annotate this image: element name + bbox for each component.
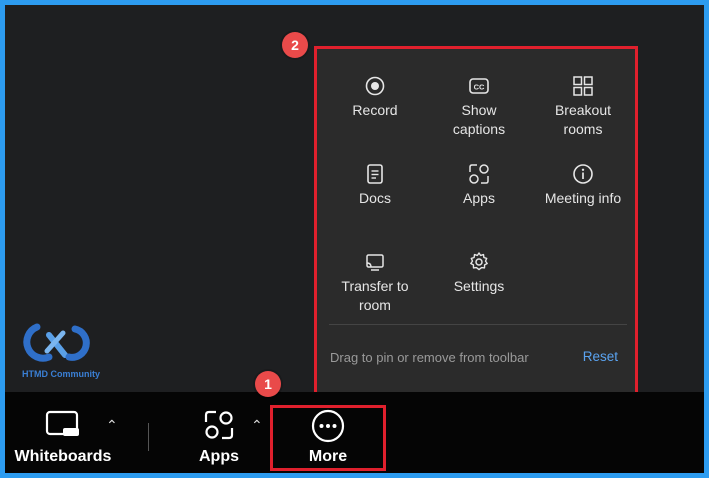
more-options-panel: Record CC Show captions Breakout rooms D… — [314, 46, 638, 396]
breakout-rooms-icon — [573, 76, 593, 96]
menu-item-docs[interactable]: Docs — [323, 163, 427, 208]
drag-hint-text: Drag to pin or remove from toolbar — [330, 350, 529, 365]
reset-link[interactable]: Reset — [583, 349, 618, 364]
step-badge-1: 1 — [255, 371, 281, 397]
apps-icon — [204, 410, 234, 440]
menu-item-breakout-rooms[interactable]: Breakout rooms — [531, 75, 635, 139]
divider — [329, 324, 627, 325]
menu-item-transfer-to-room[interactable]: Transfer to room — [323, 251, 427, 315]
menu-item-show-captions[interactable]: CC Show captions — [427, 75, 531, 139]
apps-icon — [469, 164, 489, 184]
apps-button[interactable]: Apps — [189, 409, 249, 466]
menu-item-label: Show captions — [452, 102, 506, 137]
whiteboards-chevron-up-icon[interactable]: ⌃ — [106, 417, 118, 434]
menu-item-record[interactable]: Record — [323, 75, 427, 120]
info-icon — [573, 164, 593, 184]
apps-chevron-up-icon[interactable]: ⌃ — [251, 417, 263, 434]
logo-text: HTMD Community — [22, 369, 100, 379]
whiteboards-button[interactable]: Whiteboards — [13, 409, 113, 466]
captions-icon: CC — [469, 78, 489, 94]
menu-item-label: Docs — [359, 190, 391, 206]
menu-item-label: Apps — [463, 190, 495, 206]
menu-item-label: Transfer to room — [341, 278, 409, 313]
menu-item-label: Settings — [453, 278, 505, 294]
htmd-logo — [23, 323, 90, 362]
cast-icon — [366, 254, 384, 271]
apps-label: Apps — [199, 448, 239, 465]
app-window: HTMD Community Record CC Show captions B… — [0, 0, 709, 478]
menu-item-apps[interactable]: Apps — [427, 163, 531, 208]
menu-item-meeting-info[interactable]: Meeting info — [531, 163, 635, 208]
gear-icon — [470, 252, 488, 271]
docs-icon — [367, 164, 383, 184]
menu-item-label: Record — [352, 102, 398, 118]
toolbar-divider — [148, 423, 149, 451]
menu-item-label: Breakout rooms — [554, 102, 612, 137]
record-icon — [365, 76, 385, 96]
whiteboards-label: Whiteboards — [14, 448, 112, 465]
svg-text:CC: CC — [474, 83, 485, 92]
whiteboard-icon — [45, 410, 79, 436]
menu-item-label: Meeting info — [544, 190, 622, 206]
more-highlight — [270, 405, 386, 471]
step-badge-2: 2 — [282, 32, 308, 58]
menu-item-settings[interactable]: Settings — [427, 251, 531, 296]
